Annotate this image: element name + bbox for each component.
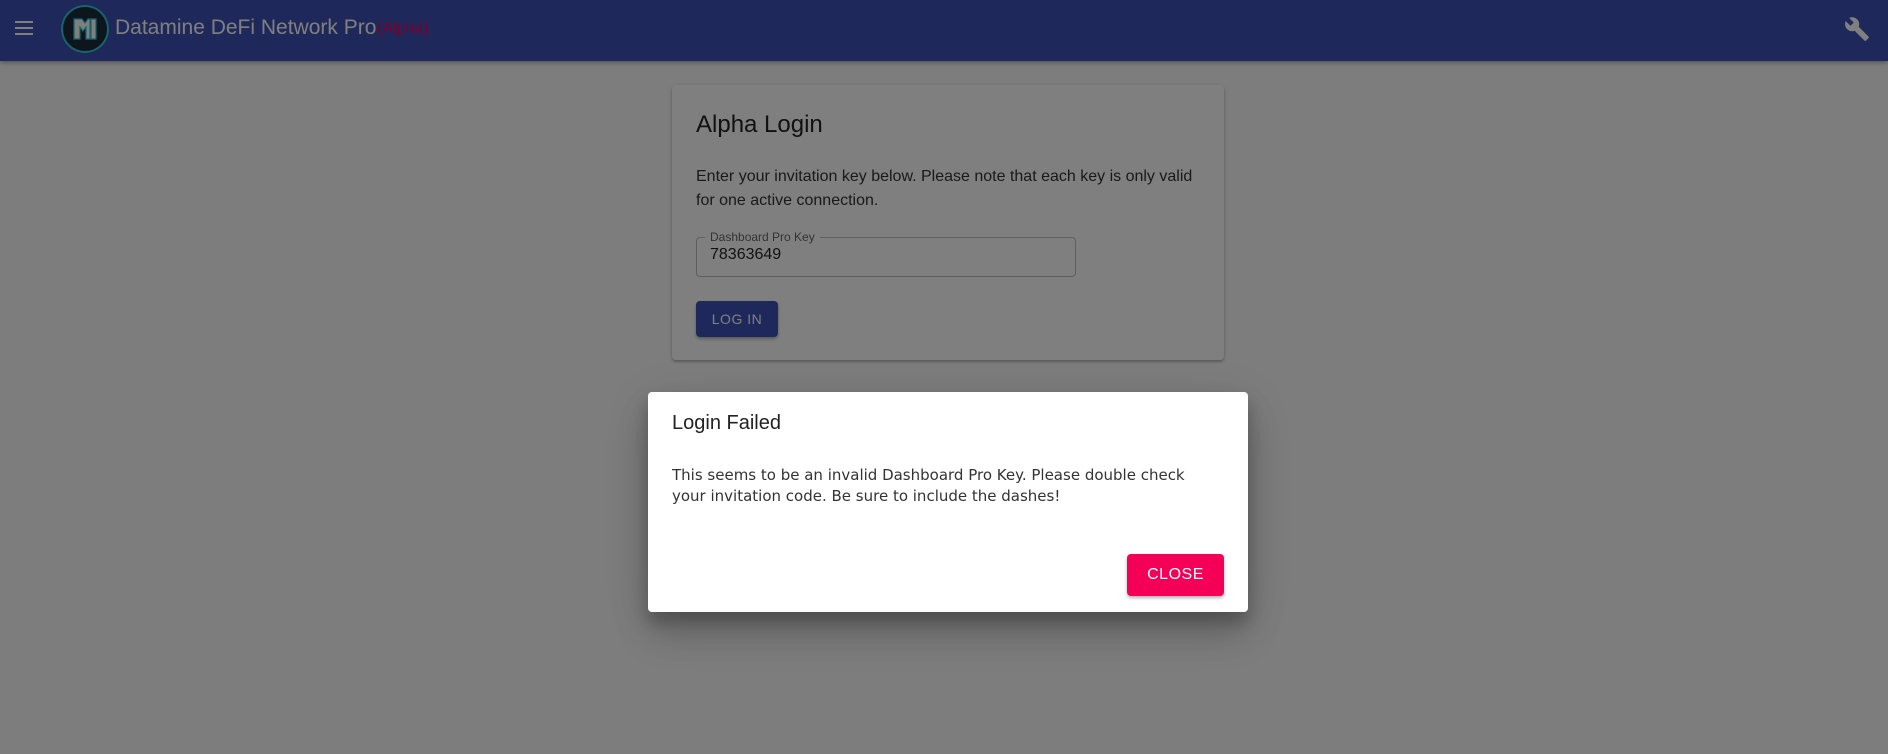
login-failed-dialog: Login Failed This seems to be an invalid… — [648, 392, 1248, 612]
modal-backdrop[interactable] — [0, 0, 1888, 754]
dialog-title: Login Failed — [672, 412, 781, 434]
dialog-message: This seems to be an invalid Dashboard Pr… — [672, 466, 1185, 505]
close-button[interactable]: CLOSE — [1127, 554, 1224, 596]
